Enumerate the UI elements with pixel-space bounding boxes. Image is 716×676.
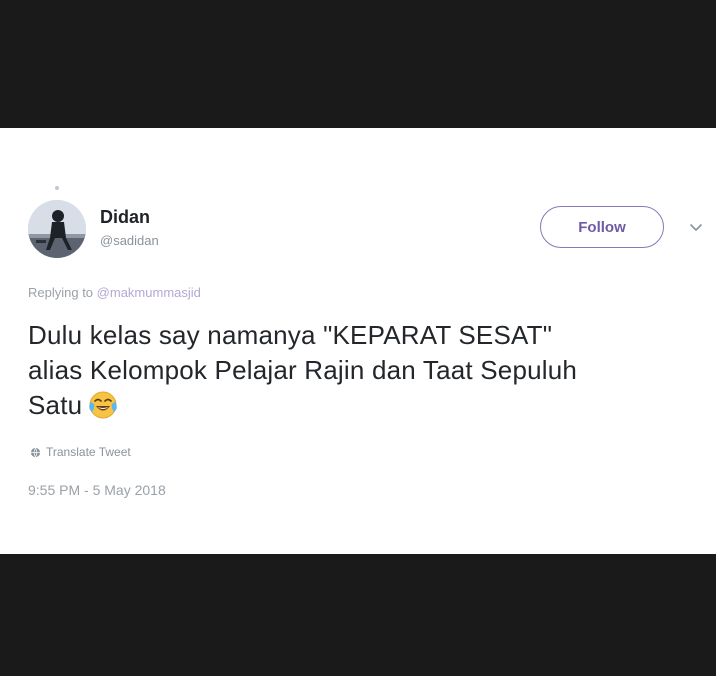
replying-to: Replying to @makmummasjid [28, 285, 201, 300]
avatar[interactable] [28, 200, 86, 258]
thread-dot [55, 186, 59, 190]
author-name[interactable]: Didan [100, 207, 150, 228]
globe-icon [30, 447, 41, 457]
tweet-timestamp[interactable]: 9:55 PM - 5 May 2018 [28, 482, 166, 498]
author-handle[interactable]: @sadidan [100, 233, 159, 248]
tweet-text-line: Dulu kelas say namanya "KEPARAT SESAT" [28, 320, 553, 350]
replying-prefix: Replying to [28, 285, 94, 300]
chevron-down-icon[interactable] [688, 219, 704, 235]
translate-label: Translate Tweet [46, 445, 131, 459]
tears-of-joy-emoji-icon [88, 390, 118, 420]
avatar-image [28, 200, 86, 258]
tweet-text-line: Satu [28, 390, 83, 420]
replying-mention-link[interactable]: @makmummasjid [97, 285, 201, 300]
tweet-text-line-last: Satu [28, 388, 716, 423]
translate-tweet-link[interactable]: Translate Tweet [30, 445, 131, 459]
tweet-text-line: alias Kelompok Pelajar Rajin dan Taat Se… [28, 355, 578, 385]
follow-button[interactable]: Follow [540, 206, 664, 248]
tweet-text: Dulu kelas say namanya "KEPARAT SESAT" a… [28, 318, 716, 423]
